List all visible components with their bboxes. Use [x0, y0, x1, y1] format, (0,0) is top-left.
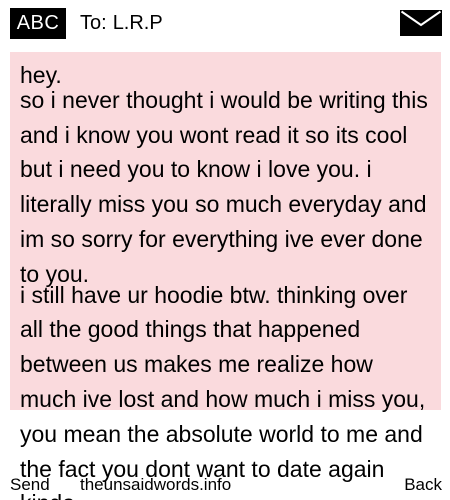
send-softkey[interactable]: Send: [10, 472, 50, 498]
message-body-text[interactable]: hey. so i never thought i would be writi…: [20, 58, 432, 500]
message-paragraph: so i never thought i would be writing th…: [20, 86, 428, 287]
recipient-name: L.R.P: [112, 12, 163, 34]
compose-header: ABC To: L.R.P: [0, 0, 450, 44]
softkey-bar: Send theunsaidwords.info Back: [0, 470, 450, 500]
to-label: To:: [80, 12, 107, 34]
input-mode-indicator[interactable]: ABC: [10, 8, 66, 39]
back-softkey[interactable]: Back: [404, 472, 442, 498]
envelope-icon: [400, 10, 442, 36]
message-paragraph: i still have ur hoodie btw. thinking ove…: [20, 281, 426, 500]
sms-compose-screen: ABC To: L.R.P hey. so i never thought i w…: [0, 0, 450, 500]
site-watermark: theunsaidwords.info: [80, 475, 232, 494]
recipient-field[interactable]: To: L.R.P: [80, 10, 163, 36]
